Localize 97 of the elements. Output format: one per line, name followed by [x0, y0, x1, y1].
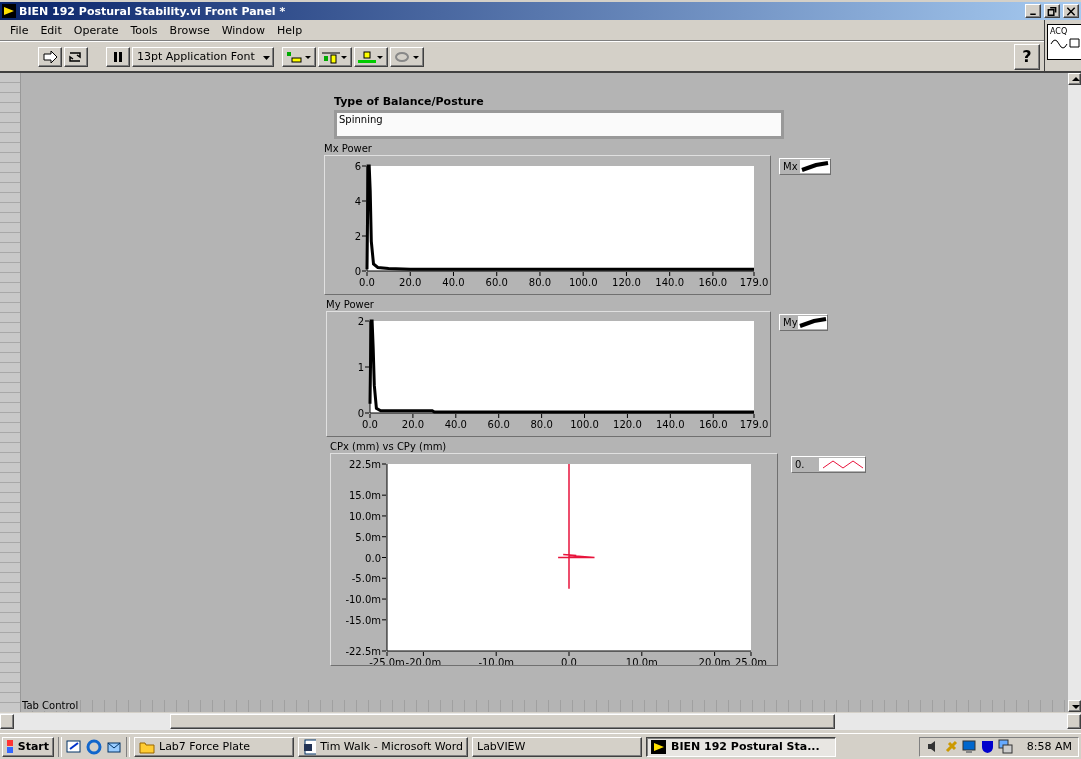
tick-label: 5.0m	[355, 531, 381, 543]
reorder-button[interactable]	[390, 46, 424, 67]
taskbar-button[interactable]: BIEN 192 Postural Sta...	[646, 736, 836, 757]
graph-label: Mx Power	[324, 143, 372, 154]
tick-label: 20.0	[399, 277, 422, 288]
desktop-icon[interactable]	[66, 738, 82, 755]
legend-line-icon	[822, 460, 864, 469]
tick-label: 100.0	[570, 419, 599, 430]
scroll-down-icon	[1071, 705, 1080, 709]
tick-label: 40.0	[442, 277, 465, 288]
distribute-objects-icon	[321, 49, 349, 64]
align-objects-icon	[285, 49, 313, 64]
scroll-up-icon	[1071, 77, 1080, 81]
plot-legend[interactable]: My	[779, 314, 828, 331]
pause-button[interactable]	[106, 46, 130, 67]
menu-item[interactable]: Operate	[67, 23, 125, 37]
tick-label: 0.0	[365, 552, 381, 564]
help-button[interactable]: ?	[1014, 43, 1040, 70]
reorder-icon	[393, 49, 421, 64]
menu-item[interactable]: Edit	[34, 23, 68, 37]
tick-label: 40.0	[444, 419, 467, 430]
tick-label: 6	[354, 161, 361, 172]
align-objects-button[interactable]	[282, 46, 316, 67]
vi-icon[interactable]: ACQ	[1047, 24, 1081, 60]
text-field[interactable]: Spinning	[334, 110, 784, 139]
menu-item[interactable]: Help	[271, 23, 309, 37]
graph-label: CPx (mm) vs CPy (mm)	[330, 441, 447, 452]
tick-label: 160.0	[698, 419, 728, 430]
run-icon	[41, 49, 59, 64]
tick-label: 2	[354, 231, 361, 242]
tab-control-label: Tab Control	[21, 700, 80, 711]
tick-label: 60.0	[487, 419, 510, 430]
tick-label: -10.0m	[345, 594, 381, 606]
tick-label: 0.0	[362, 419, 378, 430]
window-title: BIEN 192 Postural Stability.vi Front Panel *	[19, 4, 287, 18]
restore-button[interactable]	[1044, 4, 1060, 18]
tick-label: 4	[354, 196, 361, 207]
tick-label: 160.0	[698, 277, 728, 288]
menu-item[interactable]: Tools	[124, 23, 164, 37]
close-icon	[1066, 6, 1076, 16]
tick-label: 2	[357, 316, 364, 327]
tick-label: 0	[354, 266, 361, 277]
run-button[interactable]	[38, 46, 62, 67]
run-continuously-button[interactable]	[64, 46, 88, 67]
legend-line-icon	[798, 317, 826, 328]
menu-item[interactable]: Browse	[163, 23, 216, 37]
tick-label: 20.0	[401, 419, 425, 430]
tick-label: 100.0	[568, 277, 598, 288]
tick-label: 60.0	[485, 277, 508, 288]
tick-label: 0	[357, 408, 364, 419]
tick-label: -5.0m	[351, 573, 381, 585]
minimize-button[interactable]	[1025, 4, 1041, 18]
windows-flag-icon	[7, 739, 14, 754]
minimize-icon	[1029, 13, 1037, 15]
tick-label: 120.0	[613, 419, 642, 430]
tick-label: -22.5m	[345, 646, 381, 657]
restore-icon	[1047, 6, 1057, 16]
tick-label: -15.0m	[345, 614, 381, 626]
tick-label: 120.0	[612, 277, 641, 288]
resize-objects-icon	[357, 49, 385, 64]
taskbar-button[interactable]: Lab7 Force Plate	[134, 736, 294, 757]
start-button[interactable]: Start	[2, 736, 54, 757]
graph-label: My Power	[326, 299, 374, 310]
monitor-icon[interactable]	[962, 739, 977, 754]
taskbar-button[interactable]: Tim Walk - Microsoft Word	[298, 736, 468, 757]
clock: 8:58 AM	[1026, 740, 1072, 753]
tick-label: 15.0m	[349, 490, 381, 502]
tick-label: 1	[357, 362, 364, 373]
plot-legend[interactable]: Mx	[779, 158, 831, 175]
distribute-objects-button[interactable]	[318, 46, 352, 67]
tick-label: 179.0	[739, 419, 769, 430]
tick-label: 10.0m	[349, 510, 381, 522]
menu-item[interactable]: Window	[215, 23, 272, 37]
tick-label: 140.0	[655, 277, 684, 288]
plot-legend[interactable]: 0.	[791, 456, 866, 473]
vertical-scrollbar[interactable]	[1068, 73, 1081, 712]
caret-icon	[263, 55, 270, 60]
tick-label: 22.5m	[349, 459, 381, 470]
taskbar-button[interactable]: LabVIEW	[472, 736, 642, 757]
shield-icon[interactable]	[980, 739, 995, 754]
network-icon[interactable]	[998, 739, 1013, 754]
horizontal-scrollbar[interactable]	[0, 713, 1081, 730]
resize-objects-button[interactable]	[354, 46, 388, 67]
tick-label: 140.0	[656, 419, 685, 430]
close-button[interactable]	[1063, 4, 1079, 18]
tick-label: 80.0	[530, 419, 553, 430]
font-dropdown[interactable]: 13pt Application Font	[132, 46, 274, 67]
tick-label: 80.0	[528, 277, 552, 288]
legend-line-icon	[801, 161, 829, 172]
tick-label: 179.0	[739, 277, 769, 288]
app-icon	[651, 738, 667, 755]
menu-item[interactable]: File	[4, 23, 35, 37]
document-icon	[303, 738, 317, 755]
app-icon	[2, 4, 16, 18]
field-label: Type of Balance/Posture	[334, 95, 484, 108]
tick-label: 0.0	[359, 277, 375, 288]
browser-icon[interactable]	[86, 738, 102, 755]
